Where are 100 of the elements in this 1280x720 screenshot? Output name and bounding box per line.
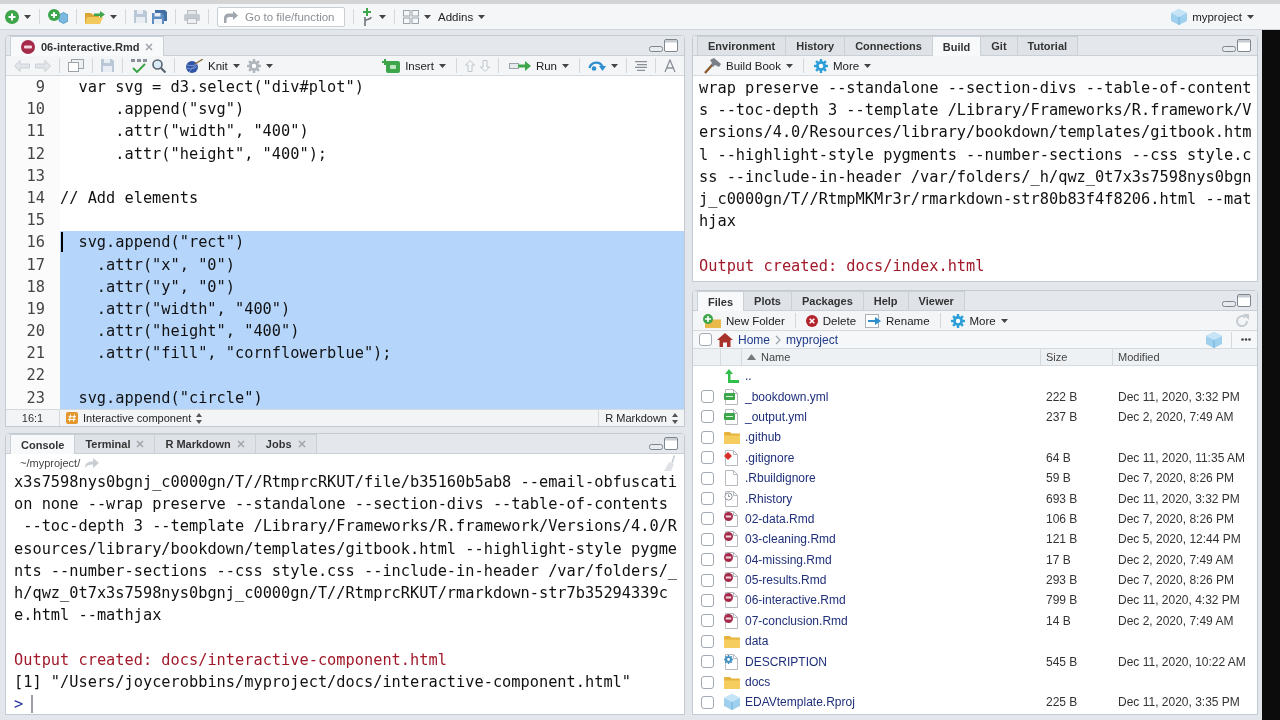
maximize-icon[interactable]: [1237, 39, 1251, 52]
add-icon[interactable]: [5, 9, 19, 24]
search-icon[interactable]: [152, 58, 166, 73]
file-name[interactable]: EDAVtemplate.Rproj: [745, 695, 855, 710]
file-name[interactable]: .gitignore: [745, 450, 795, 465]
breadcrumb-link[interactable]: myproject: [786, 332, 839, 347]
caret-icon[interactable]: [611, 63, 618, 68]
section-menu[interactable]: Interactive component: [60, 410, 209, 426]
new-folder-button[interactable]: New Folder: [701, 311, 787, 330]
home-icon[interactable]: [717, 332, 733, 347]
tab[interactable]: Packages: [792, 291, 864, 310]
tab[interactable]: Jobs: [255, 434, 317, 453]
tab[interactable]: Help: [863, 291, 909, 310]
ellipsis-icon[interactable]: [1241, 338, 1251, 341]
checkbox[interactable]: [700, 451, 714, 465]
refresh-icon[interactable]: [1235, 313, 1249, 328]
checkbox[interactable]: [700, 553, 714, 567]
column-header[interactable]: Name: [742, 349, 1041, 365]
tab[interactable]: Build: [932, 36, 982, 56]
tab[interactable]: Git: [981, 36, 1018, 55]
column-header[interactable]: Size: [1041, 349, 1113, 365]
tab[interactable]: 06-interactive.Rmd: [10, 36, 165, 56]
knit-button[interactable]: Knit: [183, 56, 242, 75]
more-button[interactable]: More: [948, 311, 1010, 330]
broom-icon[interactable]: [664, 454, 676, 471]
caret-icon[interactable]: [110, 14, 117, 19]
file-name[interactable]: data: [745, 634, 769, 649]
maximize-icon[interactable]: [664, 39, 678, 52]
checkbox[interactable]: [700, 410, 714, 424]
file-name[interactable]: 06-interactive.Rmd: [745, 593, 846, 608]
file-name[interactable]: 04-missing.Rmd: [745, 552, 832, 567]
checkbox[interactable]: [700, 471, 714, 485]
project-button[interactable]: myproject: [1169, 7, 1256, 26]
checkbox[interactable]: [699, 333, 712, 346]
spellcheck-icon[interactable]: [131, 58, 147, 73]
file-name[interactable]: docs: [745, 675, 771, 690]
r-cube-icon[interactable]: [1206, 331, 1222, 348]
tab[interactable]: Tutorial: [1017, 36, 1079, 55]
close-icon[interactable]: [145, 42, 154, 51]
file-name[interactable]: _output.yml: [745, 409, 808, 424]
column-header[interactable]: Modified: [1113, 349, 1257, 365]
forward-arrow-icon[interactable]: [35, 59, 51, 72]
run-button[interactable]: Run: [506, 56, 571, 75]
tab[interactable]: Plots: [744, 291, 792, 310]
tab[interactable]: Connections: [845, 36, 933, 55]
tab[interactable]: Console: [10, 434, 76, 454]
branch-icon[interactable]: [362, 7, 374, 26]
down-arrow-icon[interactable]: [479, 59, 490, 72]
mode-menu[interactable]: R Markdown: [599, 410, 684, 426]
file-name[interactable]: .Rhistory: [745, 491, 793, 506]
caret-icon[interactable]: [265, 63, 273, 68]
file-name[interactable]: _bookdown.yml: [745, 389, 829, 404]
checkbox[interactable]: [700, 634, 714, 648]
maximize-icon[interactable]: [1237, 294, 1251, 307]
caret-icon[interactable]: [379, 14, 386, 19]
more-button[interactable]: More: [812, 56, 874, 75]
minimize-icon[interactable]: [1222, 46, 1236, 52]
file-name[interactable]: ..: [745, 369, 752, 384]
font-icon[interactable]: [664, 58, 676, 73]
checkbox[interactable]: [700, 430, 714, 444]
tab[interactable]: Viewer: [908, 291, 965, 310]
file-name[interactable]: 05-results.Rmd: [745, 573, 827, 588]
delete-button[interactable]: Delete: [803, 311, 859, 330]
new-window-icon[interactable]: [68, 59, 84, 72]
cycle-arrow-icon[interactable]: [588, 59, 606, 72]
minimize-icon[interactable]: [649, 444, 663, 450]
minimize-icon[interactable]: [649, 46, 663, 52]
close-icon[interactable]: [136, 440, 145, 448]
caret-icon[interactable]: [24, 14, 31, 19]
outline-icon[interactable]: [635, 60, 647, 71]
save-all-icon[interactable]: [152, 9, 167, 24]
goto-field[interactable]: Go to file/function: [217, 6, 345, 27]
go-arrow-icon[interactable]: [85, 457, 100, 468]
checkbox[interactable]: [700, 695, 714, 709]
checkbox[interactable]: [700, 512, 714, 526]
checkbox[interactable]: [700, 532, 714, 546]
checkbox[interactable]: [700, 614, 714, 628]
up-arrow-icon[interactable]: [464, 59, 475, 72]
folder-arrow-icon[interactable]: [85, 9, 105, 24]
file-name[interactable]: DESCRIPTION: [745, 654, 827, 669]
tab[interactable]: R Markdown: [155, 434, 256, 453]
checkbox[interactable]: [700, 594, 714, 607]
printer-icon[interactable]: [184, 9, 200, 24]
tab[interactable]: History: [786, 36, 846, 55]
tab[interactable]: Environment: [697, 36, 787, 55]
project-add-icon[interactable]: [48, 9, 68, 24]
back-arrow-icon[interactable]: [14, 59, 30, 72]
file-name[interactable]: .github: [745, 430, 782, 445]
breadcrumb-link[interactable]: Home: [738, 332, 770, 347]
minimize-icon[interactable]: [1222, 301, 1236, 307]
save-icon[interactable]: [134, 10, 147, 23]
rename-button[interactable]: Rename: [863, 311, 932, 330]
close-icon[interactable]: [297, 440, 306, 448]
addins-button[interactable]: Addins: [436, 7, 488, 26]
checkbox[interactable]: [700, 655, 714, 669]
tab[interactable]: Files: [697, 291, 745, 311]
insert-button[interactable]: Insert: [380, 56, 448, 75]
save-icon[interactable]: [101, 59, 114, 72]
caret-icon[interactable]: [424, 14, 431, 19]
close-icon[interactable]: [236, 440, 245, 448]
